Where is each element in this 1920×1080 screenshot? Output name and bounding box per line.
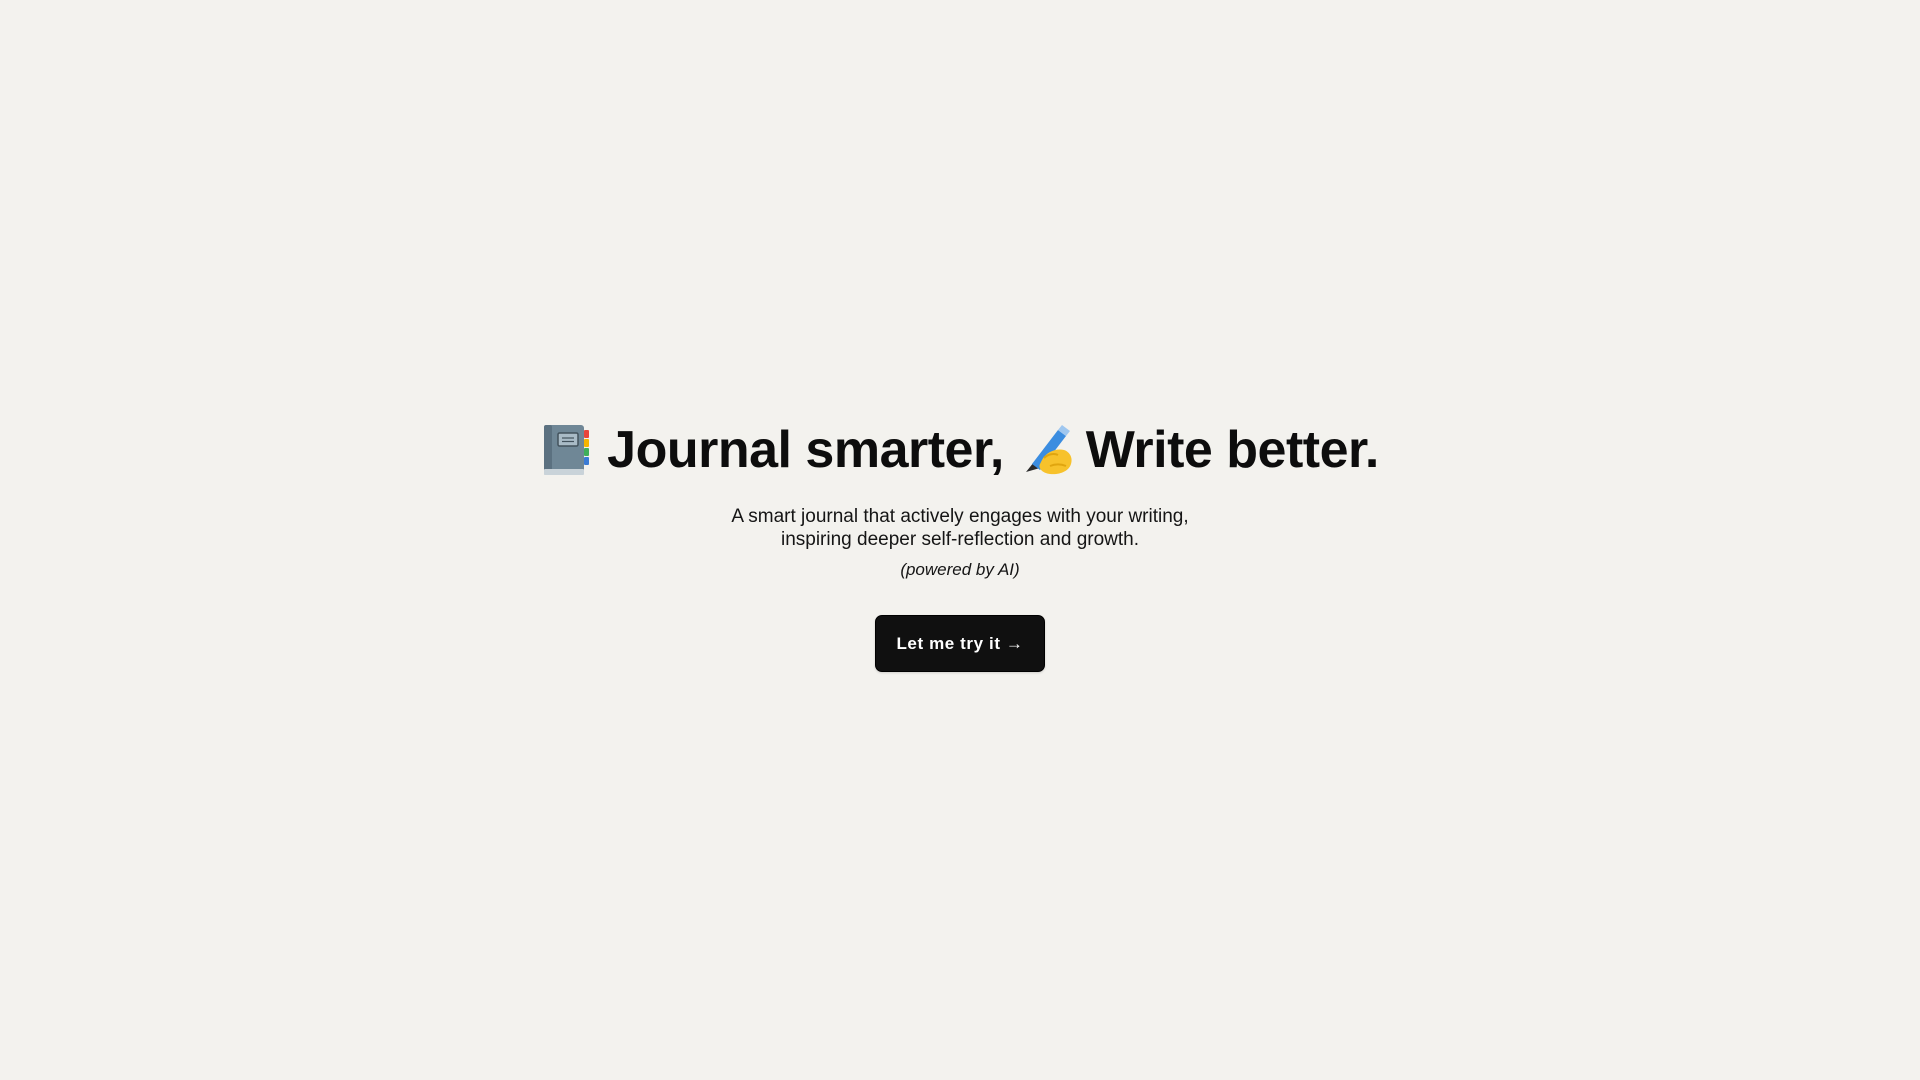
notebook-icon — [541, 422, 591, 478]
headline-part-2: Write better. — [1085, 421, 1380, 479]
powered-by-note: (powered by AI) — [900, 560, 1020, 579]
writing-hand-icon — [1020, 422, 1072, 478]
subtitle: A smart journal that actively engages wi… — [731, 505, 1188, 551]
subtitle-line-2: inspiring deeper self-reflection and gro… — [780, 529, 1140, 550]
subtitle-line-1: A smart journal that actively engages wi… — [731, 506, 1189, 527]
try-it-button[interactable]: Let me try it → — [875, 615, 1045, 672]
page-title: Journal smarter, Write better. — [541, 415, 1379, 485]
hero-section: Journal smarter, Write better. A smart j… — [0, 415, 1920, 672]
headline-part-1: Journal smarter, — [607, 421, 1004, 479]
